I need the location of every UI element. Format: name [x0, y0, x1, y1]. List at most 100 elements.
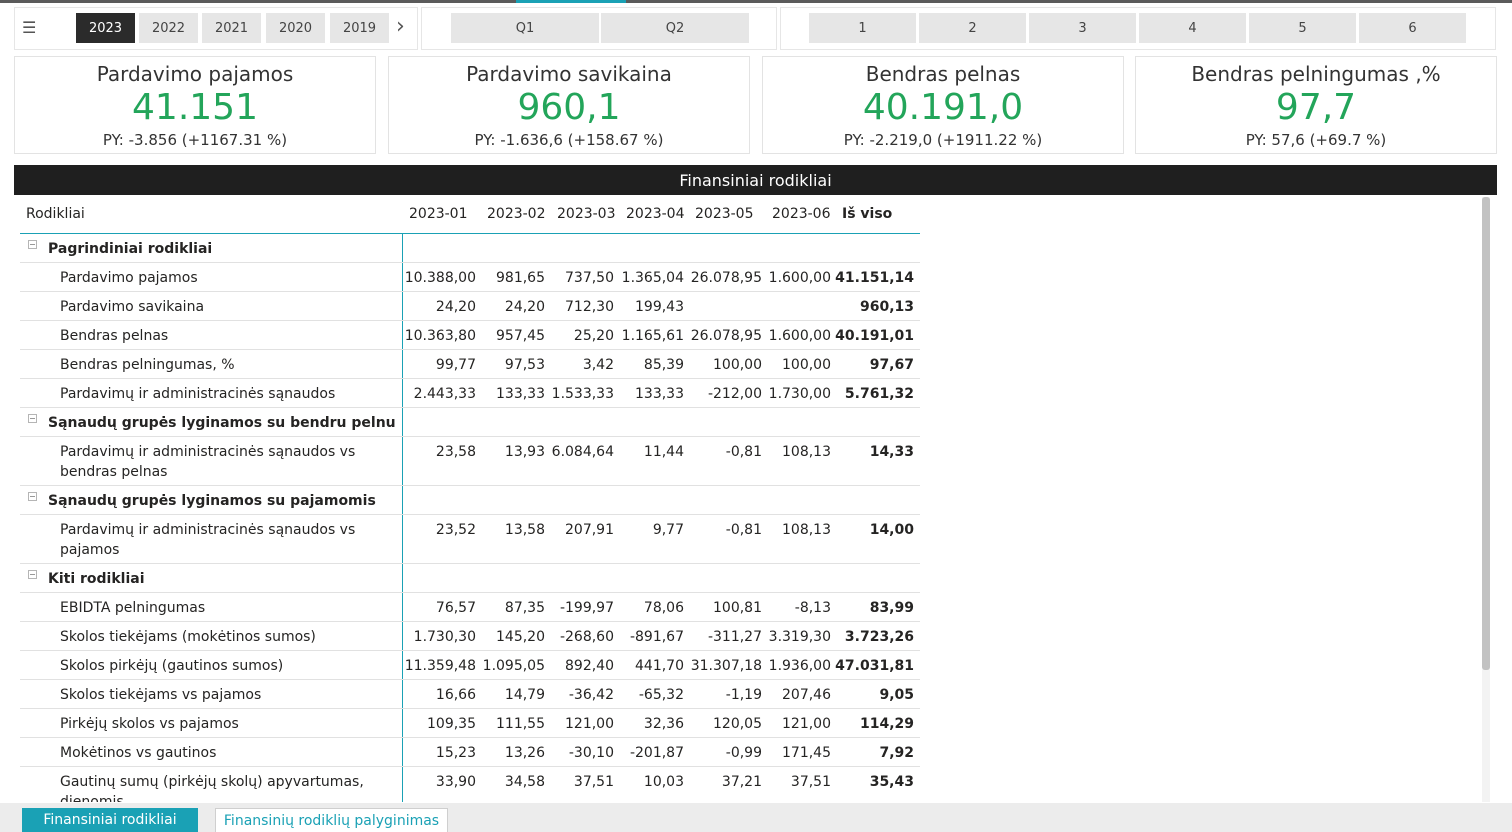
total-cell: 47.031,81 [835, 658, 914, 674]
row-label: Skolos tiekėjams vs pajamos [60, 687, 262, 703]
value-cell: 199,43 [635, 299, 684, 315]
row-label: Pardavimų ir administracinės sąnaudos [60, 386, 336, 402]
column-header[interactable]: 2023-01 [409, 195, 468, 233]
total-cell: 9,05 [879, 687, 914, 703]
collapse-icon[interactable] [28, 414, 37, 423]
month-option-2[interactable]: 2 [919, 13, 1026, 43]
year-option-2021[interactable]: 2021 [202, 13, 261, 43]
table-row: Pardavimo savikaina 24,20 24,20 712,30 199,4… [20, 292, 920, 321]
group-row[interactable]: Sąnaudų grupės lyginamos su pajamomis [20, 486, 920, 515]
kpi-card-title: Bendras pelnas [865, 62, 1021, 86]
month-option-4[interactable]: 4 [1139, 13, 1246, 43]
total-cell: 14,00 [869, 522, 914, 538]
row-label: Pardavimų ir administracinės sąnaudos vs… [60, 522, 356, 558]
row-label: Pardavimų ir administracinės sąnaudos vs… [60, 444, 356, 480]
total-cell: 83,99 [869, 600, 914, 616]
kpi-card-title: Pardavimo savikaina [466, 62, 672, 86]
row-label: Bendras pelningumas, % [60, 357, 235, 373]
table-row: Skolos tiekėjams (mokėtinos sumos) 1.730,… [20, 622, 920, 651]
table-row: EBIDTA pelningumas 76,57 87,35 -199,97 78,06… [20, 593, 920, 622]
column-header-rodikliai[interactable]: Rodikliai [26, 195, 85, 233]
tab-finansiniu-rodikliu-palyginimas[interactable]: Finansinių rodiklių palyginimas [215, 808, 448, 832]
total-cell: 7,92 [879, 745, 914, 761]
kpi-card: Pardavimo pajamos 41.151 PY: -3.856 (+1167… [14, 56, 376, 154]
report-canvas: ☰ › Finansiniai rodikliai Rodikliai 2023-… [0, 0, 1512, 832]
year-option-2020[interactable]: 2020 [266, 13, 325, 43]
row-label: Pagrindiniai rodikliai [48, 241, 213, 257]
scrollbar-thumb[interactable] [1482, 197, 1490, 670]
row-label: Bendras pelnas [60, 328, 169, 344]
kpi-card-value: 960,1 [517, 87, 621, 128]
matrix-body[interactable]: Rodikliai 2023-01 2023-02 2023-03 2023-04 202… [20, 195, 920, 802]
total-cell: 960,13 [859, 299, 914, 315]
table-row: Pardavimų ir administracinės sąnaudos vs… [20, 515, 920, 564]
kpi-card: Pardavimo savikaina 960,1 PY: -1.636,6 (+1… [388, 56, 750, 154]
kpi-card: Bendras pelningumas ,% 97,7 PY: 57,6 (+69.… [1135, 56, 1497, 154]
tab-finansiniai-rodikliai[interactable]: Finansiniai rodikliai [22, 808, 198, 832]
collapse-icon[interactable] [28, 492, 37, 501]
kpi-card-prior-year: PY: -1.636,6 (+158.67 %) [474, 131, 664, 149]
table-row: Pardavimų ir administracinės sąnaudos vs… [20, 437, 920, 486]
collapse-icon[interactable] [28, 570, 37, 579]
column-header[interactable]: 2023-03 [557, 195, 616, 233]
active-page-indicator [516, 0, 626, 3]
year-option-2019[interactable]: 2019 [330, 13, 389, 43]
table-row: Pirkėjų skolos vs pajamos 109,35 111,55 121… [20, 709, 920, 738]
quarter-option-q1[interactable]: Q1 [451, 13, 599, 43]
group-row[interactable]: Pagrindiniai rodikliai [20, 234, 920, 263]
month-option-5[interactable]: 5 [1249, 13, 1356, 43]
row-label: Pardavimo pajamos [60, 270, 198, 286]
chevron-right-icon[interactable]: › [396, 14, 405, 40]
year-option-2023[interactable]: 2023 [76, 13, 135, 43]
table-row: Bendras pelnas 10.363,80 957,45 25,20 1.165,… [20, 321, 920, 350]
table-row: Pardavimų ir administracinės sąnaudos 2.4… [20, 379, 920, 408]
table-row: Skolos pirkėjų (gautinos sumos) 11.359,48… [20, 651, 920, 680]
row-label: Skolos pirkėjų (gautinos sumos) [60, 658, 284, 674]
table-row: Mokėtinos vs gautinos 15,23 13,26 -30,10 -20… [20, 738, 920, 767]
kpi-card-value: 40.191,0 [862, 87, 1024, 128]
total-cell: 41.151,14 [835, 270, 914, 286]
total-cell: 5.761,32 [844, 386, 914, 402]
column-header[interactable]: Iš viso [842, 195, 892, 233]
collapse-icon[interactable] [28, 240, 37, 249]
row-label: Sąnaudų grupės lyginamos su pajamomis [48, 493, 376, 509]
total-cell: 40.191,01 [835, 328, 914, 344]
month-option-1[interactable]: 1 [809, 13, 916, 43]
year-option-2022[interactable]: 2022 [139, 13, 198, 43]
top-border [0, 0, 1512, 3]
row-label: Kiti rodikliai [48, 571, 145, 587]
row-label: Gautinų sumų (pirkėjų skolų) apyvartumas… [60, 774, 364, 802]
row-label: Pardavimo savikaina [60, 299, 205, 315]
row-label: Sąnaudų grupės lyginamos su bendru pelnu [48, 415, 396, 431]
row-label: Mokėtinos vs gautinos [60, 745, 217, 761]
row-label: Skolos tiekėjams (mokėtinos sumos) [60, 629, 316, 645]
table-row: Pardavimo pajamos 10.388,00 981,65 737,50 1.… [20, 263, 920, 292]
total-cell: 97,67 [869, 357, 914, 373]
kpi-card: Bendras pelnas 40.191,0 PY: -2.219,0 (+191… [762, 56, 1124, 154]
table-row: Bendras pelningumas, % 99,77 97,53 3,42 85,3… [20, 350, 920, 379]
kpi-card-prior-year: PY: 57,6 (+69.7 %) [1245, 131, 1387, 149]
column-header[interactable]: 2023-06 [772, 195, 831, 233]
row-label: Pirkėjų skolos vs pajamos [60, 716, 239, 732]
month-option-3[interactable]: 3 [1029, 13, 1136, 43]
total-cell: 114,29 [859, 716, 914, 732]
group-row[interactable]: Kiti rodikliai [20, 564, 920, 593]
month-option-6[interactable]: 6 [1359, 13, 1466, 43]
matrix-title: Finansiniai rodikliai [14, 165, 1497, 195]
kpi-card-title: Pardavimo pajamos [96, 62, 294, 86]
total-cell: 35,43 [869, 774, 914, 790]
total-cell: 3.723,26 [844, 629, 914, 645]
column-header[interactable]: 2023-05 [695, 195, 754, 233]
quarter-option-q2[interactable]: Q2 [601, 13, 749, 43]
column-header[interactable]: 2023-04 [626, 195, 685, 233]
table-row: Gautinų sumų (pirkėjų skolų) apyvartumas… [20, 767, 920, 802]
finansiniai-rodikliai-matrix: Finansiniai rodikliai Rodikliai 2023-01 20… [14, 165, 1497, 803]
row-label: EBIDTA pelningumas [60, 600, 206, 616]
kpi-card-value: 41.151 [132, 87, 258, 128]
kpi-card-prior-year: PY: -2.219,0 (+1911.22 %) [843, 131, 1043, 149]
hamburger-icon[interactable]: ☰ [22, 20, 36, 36]
group-row[interactable]: Sąnaudų grupės lyginamos su bendru pelnu [20, 408, 920, 437]
column-header[interactable]: 2023-02 [487, 195, 546, 233]
kpi-card-prior-year: PY: -3.856 (+1167.31 %) [102, 131, 288, 149]
kpi-card-value: 97,7 [1275, 87, 1357, 128]
